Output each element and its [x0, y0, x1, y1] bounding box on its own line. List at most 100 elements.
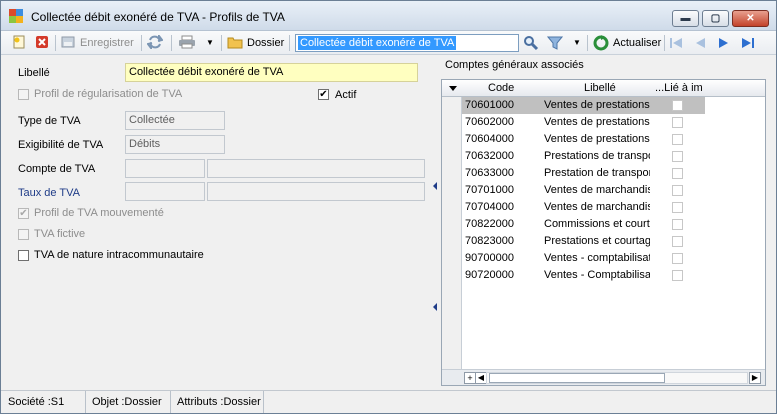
cell-code: 90700000 — [465, 252, 514, 264]
libelle-field[interactable]: Collectée débit exonéré de TVA — [125, 63, 418, 82]
save-button[interactable]: Enregistrer — [80, 34, 134, 52]
libelle-label: Libellé — [18, 67, 50, 79]
main-window: Collectée débit exonéré de TVA - Profils… — [0, 0, 777, 414]
compte-tva-libelle-field[interactable] — [207, 159, 425, 178]
previous-record-icon[interactable] — [693, 36, 707, 50]
table-row[interactable]: 70602000 Ventes de prestations — [462, 114, 705, 131]
delete-icon[interactable] — [34, 35, 50, 51]
sync-icon[interactable] — [146, 33, 164, 51]
type-tva-label: Type de TVA — [18, 115, 81, 127]
cell-lie-checkbox[interactable] — [672, 100, 683, 111]
cell-libelle: Ventes de prestations — [544, 116, 650, 128]
cell-code: 70822000 — [465, 218, 514, 230]
actif-checkbox[interactable]: ✔ — [318, 89, 329, 100]
filter-dropdown-icon[interactable]: ▼ — [569, 35, 585, 51]
accounts-grid: Code Libellé ...Lié à im 70601000 Ventes … — [441, 79, 766, 386]
type-tva-field[interactable]: Collectée — [125, 111, 225, 130]
table-row[interactable]: 70604000 Ventes de prestations — [462, 131, 705, 148]
table-row[interactable]: 70632000 Prestations de transport — [462, 148, 705, 165]
cell-code: 70704000 — [465, 201, 514, 213]
exigibilite-tva-label: Exigibilité de TVA — [18, 139, 104, 151]
grid-menu-icon[interactable] — [449, 86, 457, 91]
column-header-lie[interactable]: ...Lié à im — [655, 82, 705, 94]
title-bar: Collectée débit exonéré de TVA - Profils… — [1, 1, 776, 31]
collapse-left-icon — [433, 182, 437, 190]
cell-lie-checkbox[interactable] — [672, 253, 683, 264]
column-header-code[interactable]: Code — [488, 82, 528, 94]
dossier-button[interactable]: Dossier — [247, 34, 284, 52]
folder-icon — [227, 35, 243, 51]
refresh-button[interactable]: Actualiser — [613, 34, 661, 52]
grid-title: Comptes généraux associés — [445, 59, 584, 71]
exigibilite-tva-field[interactable]: Débits — [125, 135, 225, 154]
toolbar: Enregistrer ▼ Dossier Collectée débit ex… — [1, 31, 776, 55]
search-icon[interactable] — [523, 35, 539, 51]
taux-tva-libelle-field[interactable] — [207, 182, 425, 201]
cell-code: 70601000 — [465, 99, 514, 111]
table-row[interactable]: 70704000 Ventes de marchandises — [462, 199, 705, 216]
cell-code: 90720000 — [465, 269, 514, 281]
status-bar: Société :S1 Objet :Dossier Attributs :Do… — [1, 390, 776, 413]
cell-lie-checkbox[interactable] — [672, 236, 683, 247]
cell-libelle: Ventes - comptabilisation — [544, 252, 650, 264]
cell-lie-checkbox[interactable] — [672, 117, 683, 128]
cell-libelle: Ventes de marchandises — [544, 184, 650, 196]
profil-regularisation-checkbox[interactable] — [18, 89, 29, 100]
table-row[interactable]: 90720000 Ventes - Comptabilisation — [462, 267, 705, 284]
cell-libelle: Prestations et courtage — [544, 235, 650, 247]
table-row[interactable]: 70822000 Commissions et courtage — [462, 216, 705, 233]
app-icon — [9, 9, 23, 23]
cell-libelle: Prestation de transport — [544, 167, 650, 179]
table-row[interactable]: 70823000 Prestations et courtage — [462, 233, 705, 250]
cell-lie-checkbox[interactable] — [672, 185, 683, 196]
last-record-icon[interactable] — [741, 36, 755, 50]
cell-libelle: Ventes de prestations — [544, 99, 650, 111]
minimize-button[interactable]: ▬ — [672, 10, 699, 27]
column-header-libelle[interactable]: Libellé — [584, 82, 624, 94]
print-icon[interactable] — [178, 35, 195, 51]
status-societe: Société :S1 — [4, 391, 86, 413]
maximize-button[interactable]: ▢ — [702, 10, 729, 27]
panel-splitter[interactable] — [431, 57, 439, 387]
next-record-icon[interactable] — [717, 36, 731, 50]
cell-code: 70632000 — [465, 150, 514, 162]
new-icon[interactable] — [11, 35, 27, 51]
refresh-icon — [593, 35, 609, 51]
cell-code: 70701000 — [465, 184, 514, 196]
print-dropdown-icon[interactable]: ▼ — [202, 35, 218, 51]
table-row[interactable]: 70601000 Ventes de prestations — [462, 97, 705, 114]
cell-code: 70633000 — [465, 167, 514, 179]
cell-lie-checkbox[interactable] — [672, 202, 683, 213]
cell-lie-checkbox[interactable] — [672, 270, 683, 281]
cell-libelle: Ventes - Comptabilisation — [544, 269, 650, 281]
window-title: Collectée débit exonéré de TVA - Profils… — [31, 10, 285, 24]
taux-tva-code-field[interactable] — [125, 182, 205, 201]
table-row[interactable]: 70701000 Ventes de marchandises — [462, 182, 705, 199]
close-button[interactable]: ✕ — [732, 10, 769, 27]
scroll-right-icon[interactable]: ▶ — [749, 372, 761, 384]
taux-tva-link[interactable]: Taux de TVA — [18, 187, 80, 199]
filter-icon[interactable] — [546, 35, 564, 51]
status-attributs: Attributs :Dossier — [173, 391, 264, 413]
nature-intra-checkbox[interactable] — [18, 250, 29, 261]
cell-code: 70602000 — [465, 116, 514, 128]
nature-intra-label: TVA de nature intracommunautaire — [34, 249, 204, 261]
cell-libelle: Ventes de marchandises — [544, 201, 650, 213]
grid-header: Code Libellé ...Lié à im — [442, 80, 765, 97]
cell-lie-checkbox[interactable] — [672, 219, 683, 230]
table-row[interactable]: 90700000 Ventes - comptabilisation — [462, 250, 705, 267]
tva-fictive-checkbox[interactable] — [18, 229, 29, 240]
first-record-icon[interactable] — [669, 36, 683, 50]
cell-libelle: Commissions et courtage — [544, 218, 650, 230]
cell-lie-checkbox[interactable] — [672, 151, 683, 162]
search-value: Collectée débit exonéré de TVA — [298, 36, 457, 50]
save-icon — [60, 35, 76, 51]
scroll-thumb[interactable] — [489, 373, 665, 383]
profil-mouvemente-checkbox[interactable]: ✔ — [18, 208, 29, 219]
search-input[interactable]: Collectée débit exonéré de TVA — [295, 34, 519, 52]
compte-tva-code-field[interactable] — [125, 159, 205, 178]
table-row[interactable]: 70633000 Prestation de transport — [462, 165, 705, 182]
cell-lie-checkbox[interactable] — [672, 134, 683, 145]
compte-tva-label: Compte de TVA — [18, 163, 96, 175]
cell-lie-checkbox[interactable] — [672, 168, 683, 179]
